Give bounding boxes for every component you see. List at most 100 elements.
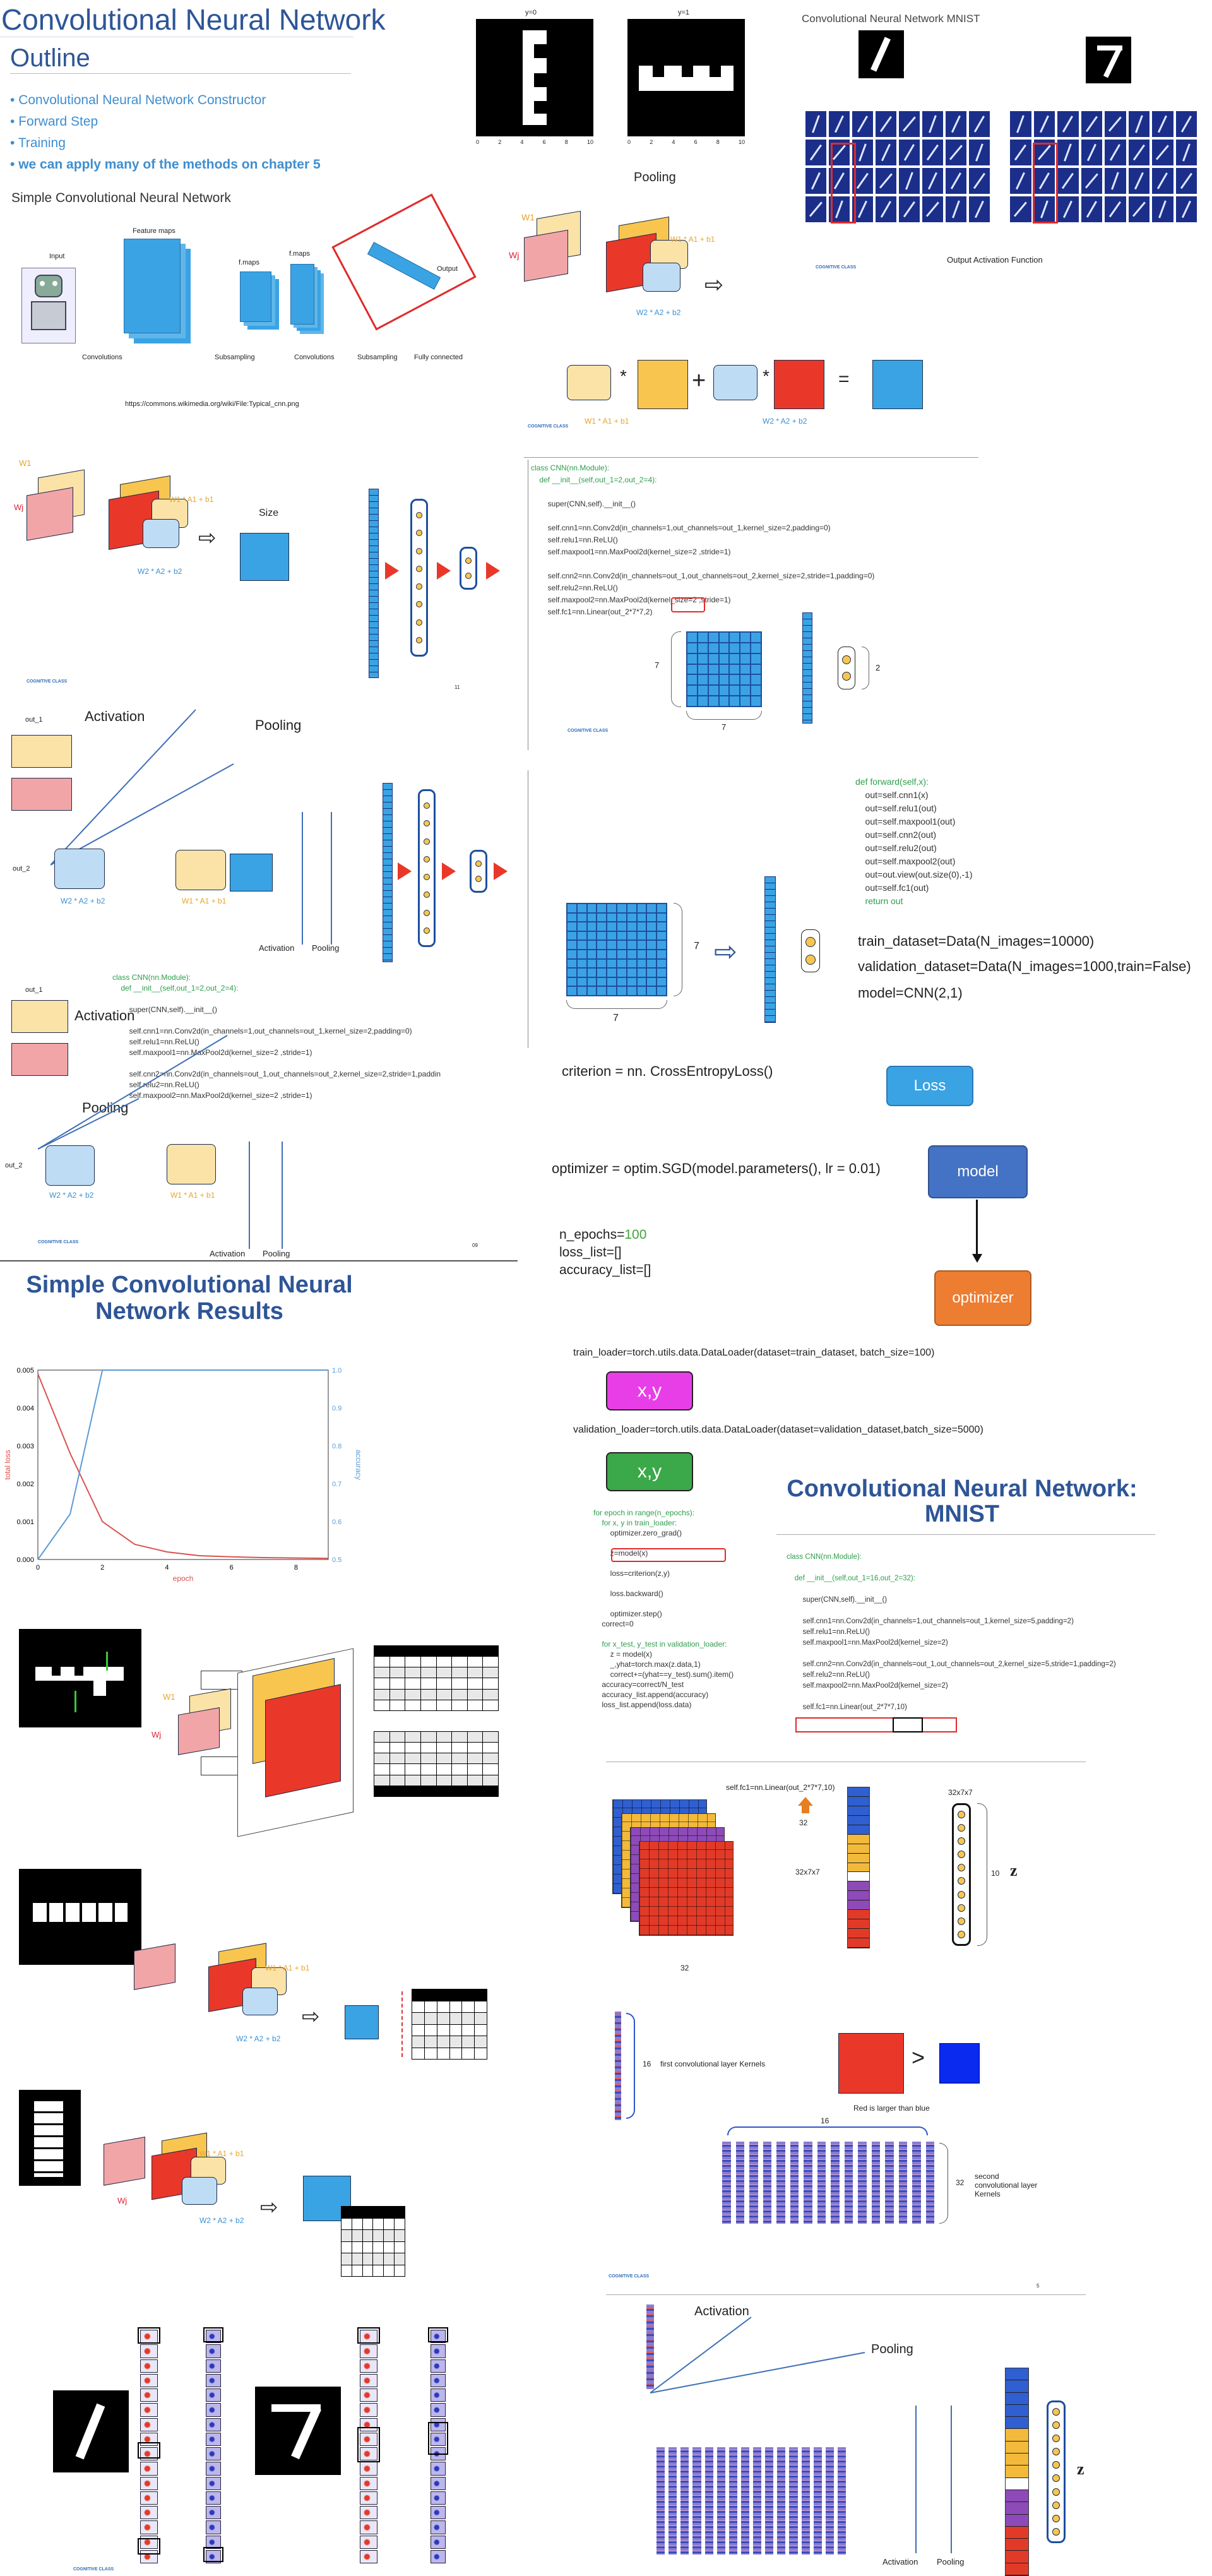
label-32-c: 32 — [956, 2178, 965, 2187]
table-cell — [405, 1678, 420, 1689]
grid-cell — [708, 696, 718, 706]
feature-map-tile — [922, 111, 943, 137]
kernel-column — [844, 2142, 853, 2224]
neuron — [416, 601, 422, 608]
activation-cell — [360, 2520, 377, 2534]
neuron — [842, 672, 851, 681]
table-cell — [374, 1689, 389, 1700]
dims-label-b: 32x7x7 — [795, 1868, 820, 1876]
table-cell — [420, 1657, 436, 1667]
neuron — [424, 802, 430, 809]
grid-cell — [597, 959, 607, 968]
grid-cell — [719, 675, 729, 685]
table-cell — [424, 2048, 437, 2059]
strip-cell — [848, 1825, 869, 1835]
eq-caption-2: W2 * A2 + b2 — [763, 417, 807, 426]
slide-results: Simple Convolutional Neural Network Resul… — [0, 1269, 524, 1597]
y1-xticks: 0 2 4 6 8 10 — [627, 139, 745, 145]
loss-list-line: loss_list=[] — [559, 1245, 622, 1260]
grid-cell — [607, 969, 616, 977]
s3-red-arrow-2 — [442, 862, 456, 880]
grid-cell — [587, 913, 597, 922]
grid-cell — [567, 969, 576, 977]
strip-cell — [1006, 2526, 1028, 2539]
table-cell — [420, 1753, 436, 1764]
grid-cell — [567, 977, 576, 986]
code-line: class CNN(nn.Module): — [531, 463, 610, 472]
logo-3: COGNITIVE CLASS — [27, 679, 68, 684]
fmaps-stack-2 — [290, 264, 314, 325]
neuron — [1052, 2527, 1060, 2536]
s3-lbl2: W2 * A2 + b2 — [61, 897, 105, 905]
activation-cell — [360, 2476, 377, 2490]
grid-cell — [698, 653, 708, 664]
grid-cell — [617, 913, 626, 922]
eq-star-2: * — [763, 366, 769, 386]
feature-map-tile — [1057, 168, 1079, 194]
grid-cell — [577, 950, 586, 958]
grid-cell — [730, 664, 740, 674]
feature-map-tile — [946, 196, 966, 222]
s2-label-w1: W1 — [19, 458, 32, 468]
logo-7: COGNITIVE CLASS — [73, 2567, 114, 2572]
grid-cell — [587, 969, 597, 977]
results-title: Simple Convolutional Neural Network Resul… — [26, 1272, 353, 1325]
grid-cell — [627, 987, 636, 995]
table-cell — [420, 1786, 436, 1796]
grid-cell — [647, 977, 656, 986]
grid-cell — [587, 950, 597, 958]
grid-cell — [567, 922, 576, 931]
neuron — [1052, 2448, 1060, 2456]
neuron — [424, 820, 430, 827]
grid-cell — [637, 977, 646, 986]
neuron — [424, 891, 430, 898]
grid-cell — [647, 969, 656, 977]
kernel-column — [925, 2142, 934, 2224]
red-arrow-3 — [486, 562, 500, 580]
neuron-column-1 — [410, 499, 428, 657]
s4-out1: out_1 — [25, 986, 43, 994]
fwd-label-7-right: 7 — [694, 941, 699, 951]
grid-cell — [567, 941, 576, 949]
strip-cell — [1006, 2441, 1028, 2454]
kernel-column — [680, 2447, 689, 2555]
feature-map-tile — [1105, 168, 1126, 194]
neuron — [416, 565, 422, 572]
table-cell — [483, 1667, 498, 1678]
y2-tick-label: 0.5 — [332, 1556, 342, 1564]
table-cell — [374, 1646, 389, 1657]
table-cell — [374, 1657, 389, 1667]
activation-cell — [140, 2418, 158, 2431]
forward-code-block: def forward(self,x): out=self.cnn1(x) ou… — [855, 775, 973, 908]
kernel-column — [668, 2447, 677, 2555]
s2-label-eq1: W1 * A1 + b1 — [169, 495, 214, 504]
feature-map-tile — [922, 140, 943, 165]
grid-cell — [577, 931, 586, 940]
activation-cell — [140, 2506, 158, 2520]
second-kernel-brace-top — [727, 2126, 928, 2135]
activation-cell — [431, 2491, 446, 2505]
first-kernels-label: first convolutional layer Kernels — [660, 2060, 766, 2068]
criterion-line: criterion = nn. CrossEntropyLoss() — [562, 1063, 773, 1079]
y2-axis-label: accuracy — [354, 1450, 363, 1480]
fwd-flatten-strip — [764, 876, 776, 1023]
brace-right — [862, 647, 869, 689]
table-cell — [483, 1678, 498, 1689]
train-dataset-line: train_dataset=Data(N_images=10000) — [858, 933, 1095, 949]
feature-map-tile — [829, 111, 850, 137]
table-cell — [467, 1753, 483, 1764]
grid-cell — [657, 969, 666, 977]
feature-map-tile — [946, 168, 966, 194]
feature-map-tile — [876, 196, 896, 222]
grid-cell — [751, 643, 761, 653]
table-cell — [374, 1700, 389, 1710]
table-cell — [436, 1786, 452, 1796]
grid-cell — [647, 931, 656, 940]
img3-arrow: ⇨ — [260, 2195, 278, 2219]
table-cell — [405, 1646, 420, 1657]
table-cell — [452, 1667, 467, 1678]
x-axis-label: epoch — [173, 1574, 194, 1583]
source-url[interactable]: https://commons.wikimedia.org/wiki/File:… — [125, 400, 299, 408]
strip-cell — [848, 1787, 869, 1797]
